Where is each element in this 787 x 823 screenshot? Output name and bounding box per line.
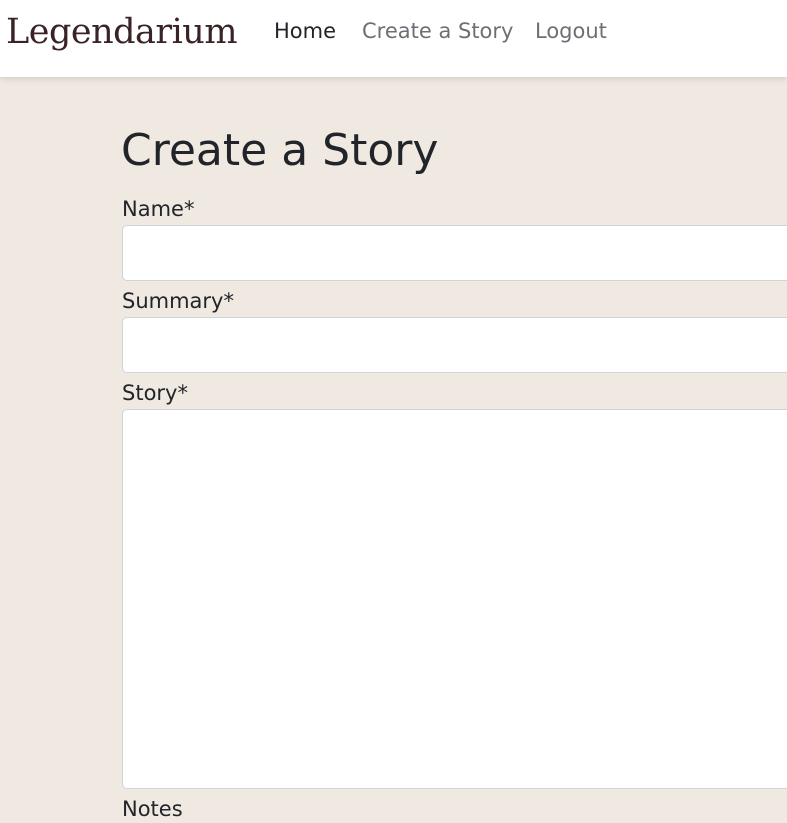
story-textarea[interactable] — [122, 409, 787, 789]
nav-link-logout[interactable]: Logout — [535, 16, 607, 46]
summary-label: Summary* — [122, 289, 234, 313]
notes-label: Notes — [122, 797, 183, 821]
nav-link-home[interactable]: Home — [274, 16, 336, 46]
top-navbar: Legendarium Home Create a Story Logout — [0, 0, 787, 77]
name-label: Name* — [122, 197, 195, 221]
brand-logo-link[interactable]: Legendarium — [6, 6, 238, 58]
nav-link-create-story[interactable]: Create a Story — [362, 16, 513, 46]
name-input[interactable] — [122, 225, 787, 281]
page-title: Create a Story — [121, 125, 439, 176]
summary-input[interactable] — [122, 317, 787, 373]
main-content: Create a Story Name* Summary* Story* Not… — [0, 77, 787, 823]
story-label: Story* — [122, 381, 188, 405]
